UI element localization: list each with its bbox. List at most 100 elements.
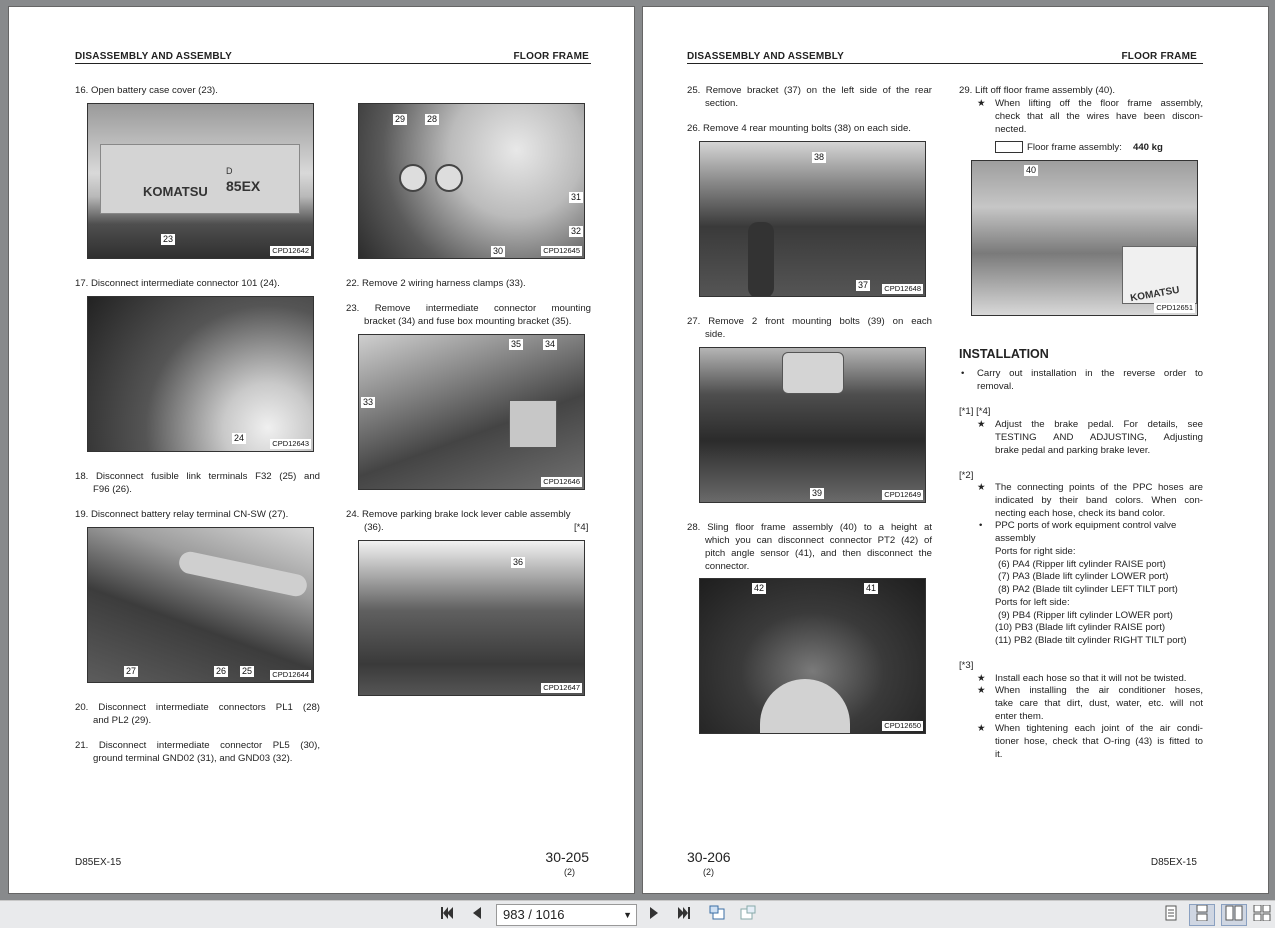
header-rule: [687, 63, 1203, 64]
ref2-line3: necting each hose, check its band color.: [995, 508, 1166, 519]
ref3-line2: When installing the air conditioner hose…: [995, 685, 1203, 696]
callout-34: 34: [543, 339, 558, 350]
page-number: 30-205: [545, 849, 589, 865]
bullet-icon: •: [979, 520, 983, 531]
step-18-line2: F96 (26).: [93, 484, 132, 495]
star-icon: ★: [977, 482, 986, 493]
callout-38: 38: [812, 152, 827, 163]
photo-connector-101: 24 CPD12643: [87, 296, 314, 452]
viewer-toolbar: 983 / 1016 ▼: [0, 900, 1275, 928]
star-icon: ★: [977, 723, 986, 734]
port-item: (7) PA3 (Blade lift cylinder LOWER port): [998, 571, 1169, 582]
weight-label: Floor frame assembly:: [1027, 142, 1122, 153]
ref3-line4: enter them.: [995, 711, 1044, 722]
step-17: 17. Disconnect intermediate connector 10…: [75, 278, 280, 289]
prev-page-icon[interactable]: [466, 905, 488, 925]
step-20-line1: 20. Disconnect intermediate connectors P…: [75, 702, 320, 713]
ref2-line5: assembly: [995, 533, 1036, 544]
step-29-note-line3: nected.: [995, 124, 1027, 135]
photo-relay-terminal: 27 26 25 CPD12644: [87, 527, 314, 683]
ports-right-label: Ports for right side:: [995, 546, 1076, 557]
two-page-continuous-view-icon[interactable]: [1251, 904, 1273, 926]
photo-brake-cable: 36 CPD12647: [358, 540, 585, 696]
callout-35: 35: [509, 339, 524, 350]
photo-front-bolts: 39 CPD12649: [699, 347, 926, 503]
photo-caption: CPD12643: [270, 439, 311, 449]
ref2-line2: indicated by their band colors. When con…: [995, 495, 1203, 506]
photo-pitch-sensor: 42 41 CPD12650: [699, 578, 926, 734]
photo-model-prefix: D: [226, 166, 233, 176]
step-28-line2: which you can disconnect connector PT2 (…: [705, 535, 932, 546]
star-icon: ★: [977, 419, 986, 430]
step-28-line3: pitch angle sensor (41), and then discon…: [705, 548, 932, 559]
rotate-left-icon[interactable]: [706, 905, 728, 925]
port-item: (10) PB3 (Blade lift cylinder RAISE port…: [995, 622, 1166, 633]
callout-41: 41: [864, 583, 879, 594]
step-22: 22. Remove 2 wiring harness clamps (33).: [346, 278, 526, 289]
photo-caption: CPD12647: [541, 683, 582, 693]
step-21-line1: 21. Disconnect intermediate connector PL…: [75, 740, 320, 751]
page-header-section: DISASSEMBLY AND ASSEMBLY: [687, 51, 845, 62]
port-item: (8) PA2 (Blade tilt cylinder LEFT TILT p…: [998, 584, 1178, 595]
chevron-down-icon[interactable]: ▼: [623, 905, 632, 925]
ports-left-label: Ports for left side:: [995, 597, 1070, 608]
step-29-note-star: ★: [977, 98, 986, 109]
step-29-note-line2: check that all the wires have been disco…: [995, 111, 1203, 122]
ref1-line2: TESTING AND ADJUSTING, Adjusting: [995, 432, 1203, 443]
page-right: DISASSEMBLY AND ASSEMBLY FLOOR FRAME 25.…: [642, 6, 1269, 894]
step-21-line2: ground terminal GND02 (31), and GND03 (3…: [93, 753, 293, 764]
photo-caption: CPD12644: [270, 670, 311, 680]
page-revision: (2): [703, 867, 714, 877]
callout-24: 24: [232, 433, 247, 444]
step-20-line2: and PL2 (29).: [93, 715, 152, 726]
step-18-line1: 18. Disconnect fusible link terminals F3…: [75, 471, 320, 482]
page-number-field[interactable]: 983 / 1016 ▼: [496, 904, 637, 926]
photo-connectors-pl: 29 28 31 32 30 CPD12645: [358, 103, 585, 259]
step-29: 29. Lift off floor frame assembly (40).: [959, 85, 1116, 96]
page-revision: (2): [564, 867, 575, 877]
ref-1-4: [*1] [*4]: [959, 406, 991, 417]
step-19: 19. Disconnect battery relay terminal CN…: [75, 509, 289, 520]
ref1-line3: brake pedal and parking brake lever.: [995, 445, 1151, 456]
ref2-line4: PPC ports of work equipment control valv…: [995, 520, 1177, 531]
installation-heading: INSTALLATION: [959, 347, 1049, 361]
header-rule: [75, 63, 591, 64]
ref3-line6: tioner hose, check that O-ring (43) is f…: [995, 736, 1203, 747]
callout-33: 33: [361, 397, 376, 408]
photo-battery-case: KOMATSU D 85EX 23 CPD12642: [87, 103, 314, 259]
page-header-section: DISASSEMBLY AND ASSEMBLY: [75, 51, 233, 62]
last-page-icon[interactable]: [673, 905, 695, 925]
ref3-line7: it.: [995, 749, 1003, 760]
photo-model-text: 85EX: [226, 178, 261, 194]
page-number-value: 983 / 1016: [503, 907, 565, 922]
step-27-line2: side.: [705, 329, 726, 340]
port-item: (6) PA4 (Ripper lift cylinder RAISE port…: [998, 559, 1166, 570]
first-page-icon[interactable]: [436, 905, 458, 925]
page-header-title: FLOOR FRAME: [513, 51, 589, 62]
step-25-line2: section.: [705, 98, 739, 109]
ref2-line1: The connecting points of the PPC hoses a…: [995, 482, 1203, 493]
rotate-right-icon[interactable]: [737, 905, 759, 925]
step-23-line1: 23. Remove intermediate connector mounti…: [346, 303, 591, 314]
callout-37: 37: [856, 280, 871, 291]
port-item: (11) PB2 (Blade tilt cylinder RIGHT TILT…: [995, 635, 1187, 646]
ref-2: [*2]: [959, 470, 974, 481]
step-28-line1: 28. Sling floor frame assembly (40) to a…: [687, 522, 932, 533]
two-page-view-icon[interactable]: [1221, 904, 1247, 926]
photo-brackets: 35 34 33 CPD12646: [358, 334, 585, 490]
photo-rear-bolts: 38 37 CPD12648: [699, 141, 926, 297]
photo-floor-frame-lift: KOMATSU 40 CPD12651: [971, 160, 1198, 316]
photo-caption: CPD12649: [882, 490, 923, 500]
next-page-icon[interactable]: [643, 905, 665, 925]
step-24-line2: (36).: [364, 522, 384, 533]
callout-29: 29: [393, 114, 408, 125]
single-page-view-icon[interactable]: [1158, 904, 1184, 926]
star-icon: ★: [977, 673, 986, 684]
page-left: DISASSEMBLY AND ASSEMBLY FLOOR FRAME 16.…: [8, 6, 635, 894]
callout-28: 28: [425, 114, 440, 125]
step-24-ref: [*4]: [574, 522, 589, 533]
photo-caption: CPD12651: [1154, 303, 1195, 313]
continuous-view-icon[interactable]: [1189, 904, 1215, 926]
weight-value: 440 kg: [1133, 142, 1163, 153]
ref1-line1: Adjust the brake pedal. For details, see: [995, 419, 1203, 430]
